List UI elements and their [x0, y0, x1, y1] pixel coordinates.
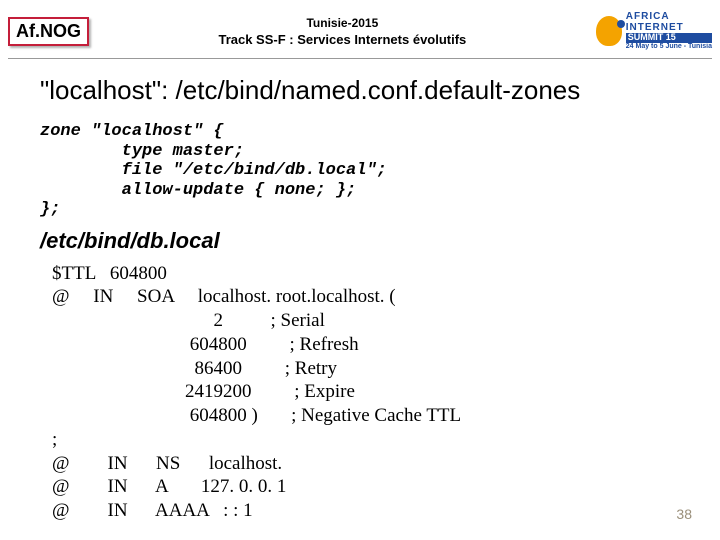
africa-icon: [596, 16, 622, 46]
slide-header: Af.NOG Tunisie-2015 Track SS-F : Service…: [0, 0, 720, 58]
summit-text: AFRICA INTERNET SUMMIT 15 24 May to 5 Ju…: [626, 11, 712, 51]
afnog-logo: Af.NOG: [8, 17, 89, 46]
summit-line1: AFRICA: [626, 11, 712, 22]
header-center: Tunisie-2015 Track SS-F : Services Inter…: [89, 16, 596, 47]
summit-logo: AFRICA INTERNET SUMMIT 15 24 May to 5 Ju…: [596, 11, 712, 51]
title-prefix: "localhost: [40, 75, 152, 105]
summit-dates: 24 May to 5 June - Tunisia: [626, 43, 712, 51]
title-path: /etc/bind/named.conf.default-zones: [176, 75, 581, 105]
summit-line3: SUMMIT 15: [626, 33, 712, 43]
header-track: Track SS-F : Services Internets évolutif…: [89, 32, 596, 47]
header-event: Tunisie-2015: [89, 16, 596, 30]
db-local-heading: /etc/bind/db.local: [0, 226, 720, 260]
slide-title: "localhost": /etc/bind/named.conf.defaul…: [0, 59, 720, 114]
title-quote-colon: ":: [152, 75, 176, 105]
zone-config-block: zone "localhost" { type master; file "/e…: [0, 114, 720, 226]
page-number: 38: [676, 506, 692, 522]
db-local-content: $TTL 604800 @ IN SOA localhost. root.loc…: [0, 260, 720, 523]
